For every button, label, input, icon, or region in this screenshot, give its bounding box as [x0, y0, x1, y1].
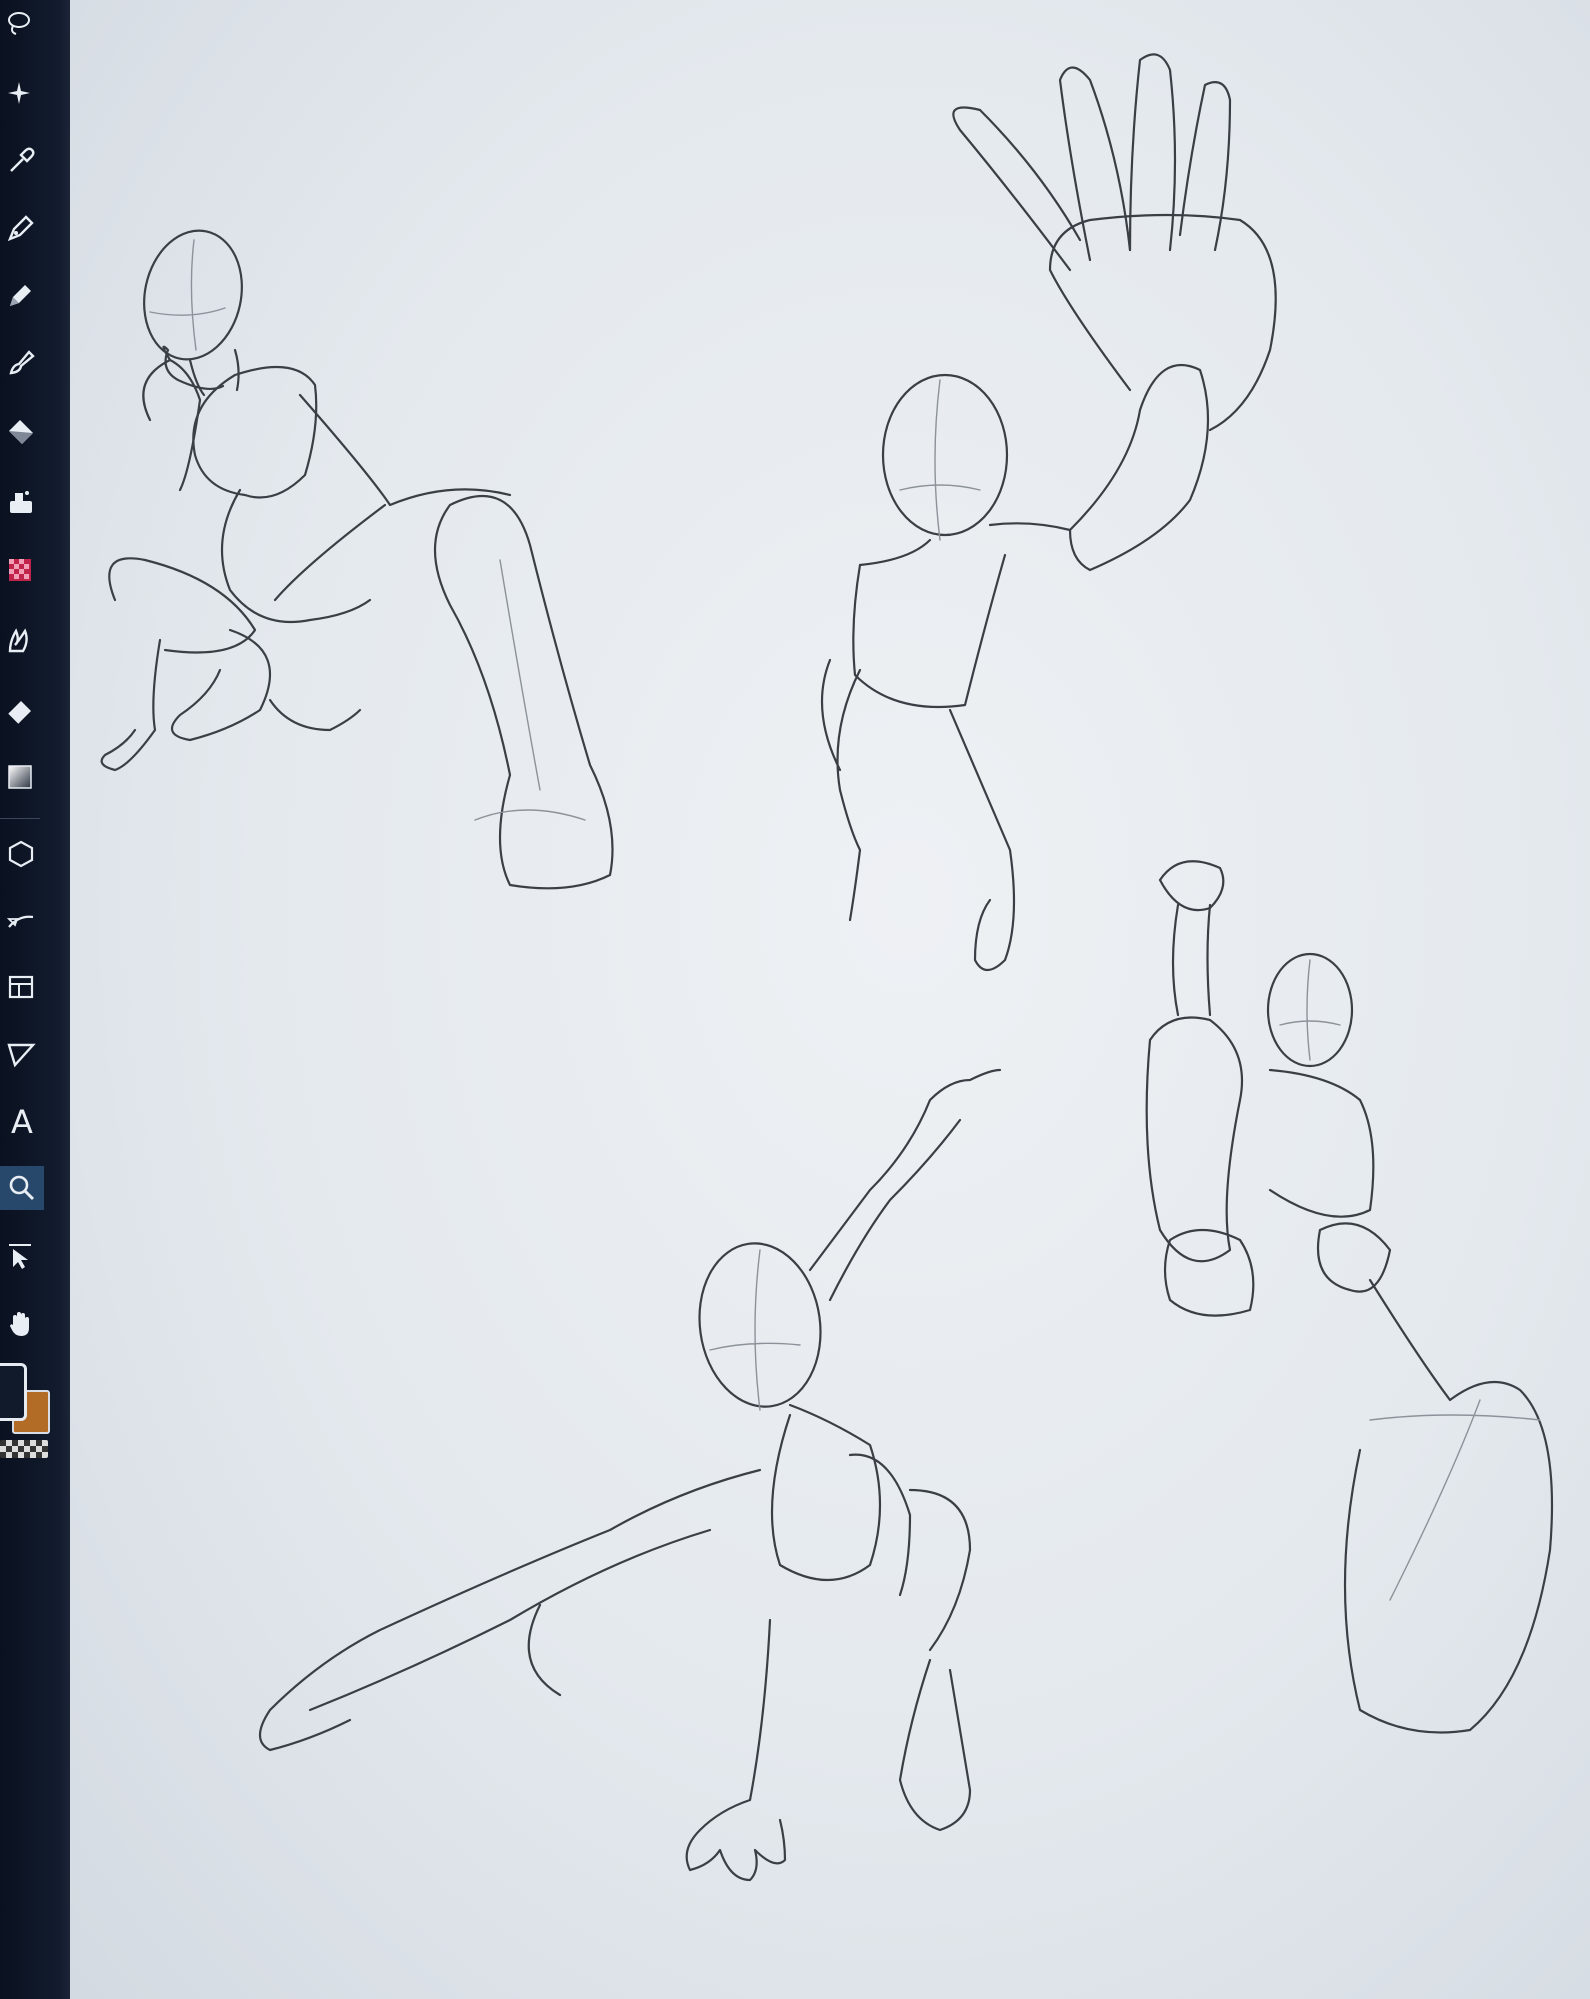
figure-foreshortened-pose [1145, 860, 1554, 1734]
paint-bucket-icon[interactable] [0, 410, 44, 454]
pencil-icon[interactable] [0, 272, 44, 316]
brush-icon[interactable] [0, 340, 44, 384]
sketch-layer [100, 53, 1554, 1882]
eyedropper-icon[interactable] [0, 138, 44, 182]
hand-icon[interactable] [0, 1302, 44, 1346]
pen-icon[interactable] [0, 205, 44, 249]
eraser-icon[interactable] [0, 688, 44, 732]
magic-wand-icon[interactable] [0, 72, 44, 116]
blend-icon[interactable] [0, 618, 44, 662]
foreground-color-swatch[interactable] [0, 1363, 27, 1421]
text-tool-label: A [11, 1103, 33, 1141]
decoration-icon[interactable] [0, 548, 44, 592]
figure-icon[interactable] [0, 832, 44, 876]
lasso-icon[interactable] [0, 2, 44, 46]
figure-reaching-pose [820, 53, 1277, 972]
correct-line-icon[interactable] [0, 898, 44, 942]
airbrush-icon[interactable] [0, 480, 44, 524]
transparent-color-swatch[interactable] [0, 1440, 48, 1458]
figure-sitting-pose [100, 229, 614, 890]
frame-icon[interactable] [0, 965, 44, 1009]
select-layer-icon[interactable] [0, 1234, 44, 1278]
gradient-icon[interactable] [0, 755, 44, 799]
ruler-icon[interactable] [0, 1032, 44, 1076]
tool-palette: A [0, 0, 70, 1999]
text-tool[interactable]: A [0, 1100, 44, 1144]
figure-lunge-pose [258, 1068, 1002, 1882]
drawing-canvas[interactable] [70, 0, 1590, 1999]
zoom-icon[interactable] [0, 1166, 44, 1210]
